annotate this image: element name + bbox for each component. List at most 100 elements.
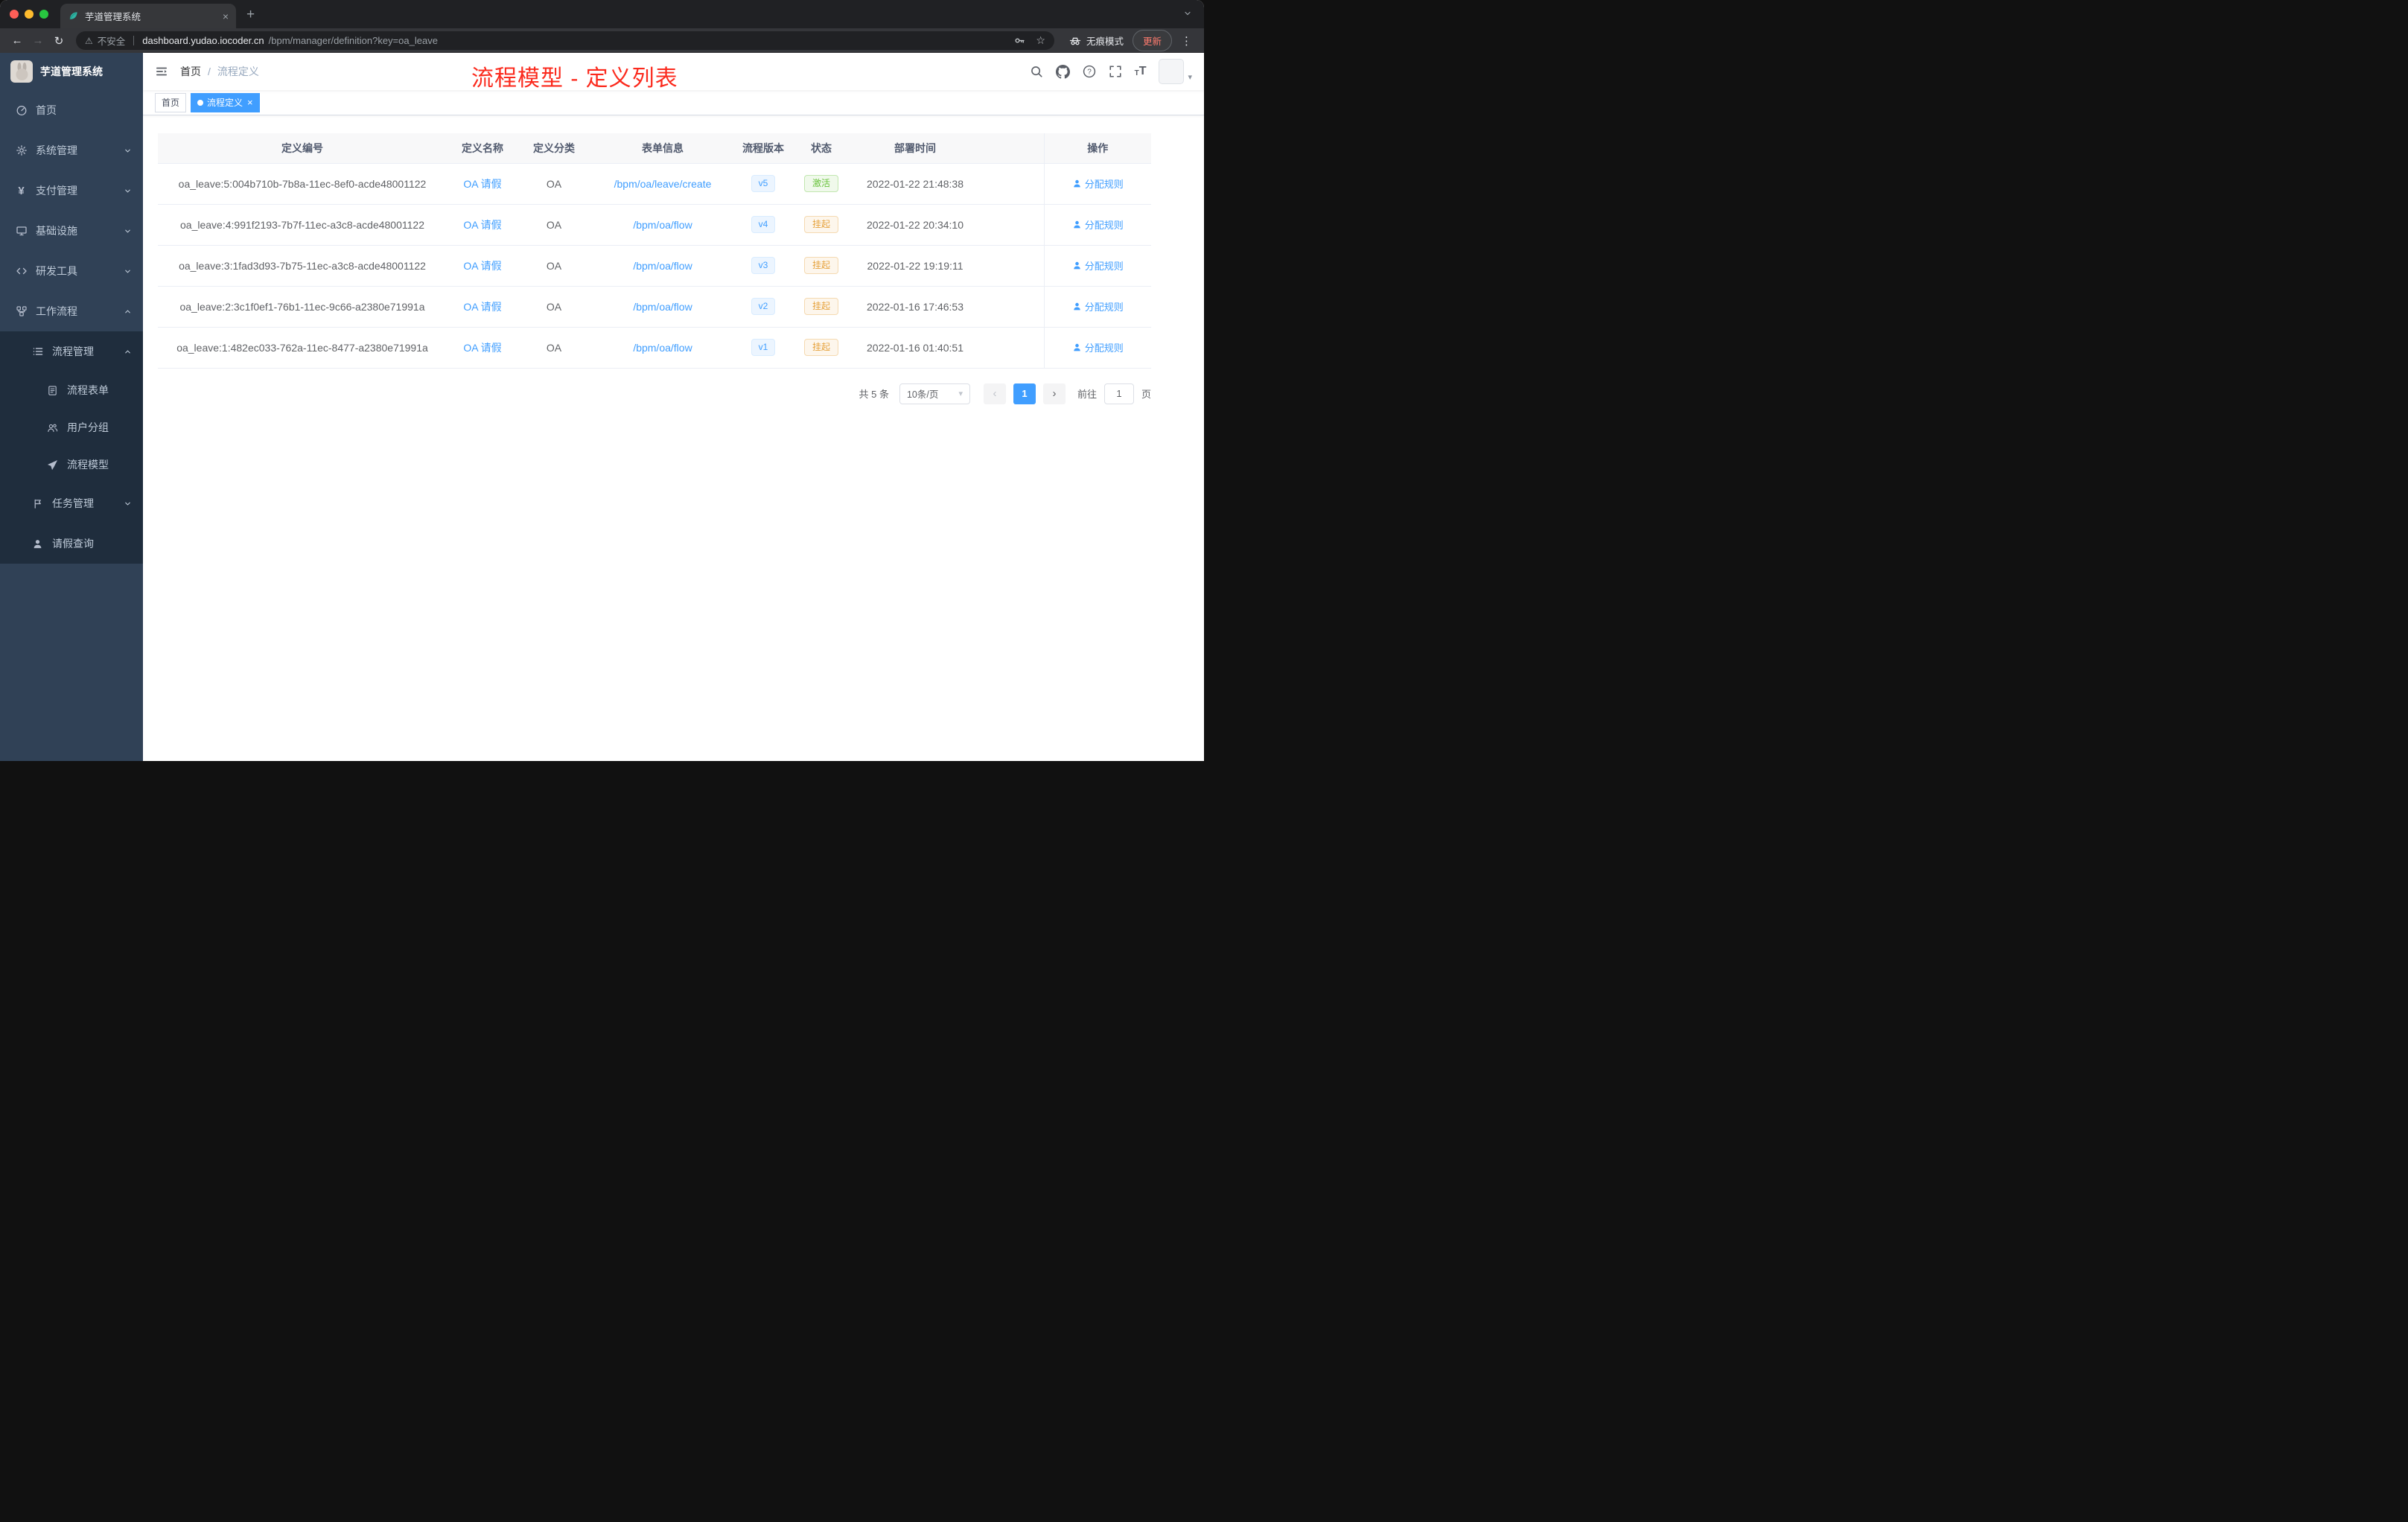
browser-menu-icon[interactable]: ⋮: [1173, 34, 1197, 48]
cell-deploy-time: 2022-01-22 21:48:38: [852, 163, 978, 205]
header-definition-category: 定义分类: [518, 133, 590, 164]
tag-label: 首页: [162, 98, 180, 108]
avatar: [1159, 59, 1185, 84]
forward-button[interactable]: →: [28, 34, 48, 47]
workflow-submenu: 流程管理 流程表单 用户分组 流程模型 任务管理 请假查询: [0, 331, 143, 564]
security-label[interactable]: 不安全: [98, 34, 126, 48]
sidebar-item-leave-query[interactable]: 请假查询: [0, 523, 143, 564]
page-size-select[interactable]: 10条/页 ▾: [899, 383, 970, 404]
tab-close-icon[interactable]: ×: [223, 11, 229, 22]
definition-name-link[interactable]: OA 请假: [463, 219, 501, 231]
form-link[interactable]: /bpm/oa/flow: [633, 342, 692, 354]
sidebar-item-home[interactable]: 首页: [0, 90, 143, 130]
form-link[interactable]: /bpm/oa/flow: [633, 301, 692, 313]
sidebar-item-process-management[interactable]: 流程管理: [0, 331, 143, 372]
minimize-window-button[interactable]: [25, 10, 34, 19]
tab-strip: 芋道管理系统 × +: [0, 0, 1204, 28]
form-link[interactable]: /bpm/oa/flow: [633, 260, 692, 272]
definition-name-link[interactable]: OA 请假: [463, 260, 501, 272]
security-warning-icon: ⚠: [85, 35, 93, 46]
reload-button[interactable]: ↻: [49, 34, 69, 48]
breadcrumb: 首页 / 流程定义: [180, 64, 259, 79]
sidebar-item-system[interactable]: 系统管理: [0, 130, 143, 171]
cell-definition-id: oa_leave:1:482ec033-762a-11ec-8477-a2380…: [158, 327, 447, 369]
sidebar-item-label: 用户分组: [67, 421, 109, 433]
font-size-icon[interactable]: TT: [1135, 66, 1147, 77]
user-icon: [1074, 179, 1080, 188]
cell-category: OA: [518, 286, 590, 328]
annotation-title: 流程模型 - 定义列表: [471, 66, 678, 91]
bookmark-star-icon[interactable]: ☆: [1036, 34, 1045, 47]
sidebar-item-label: 系统管理: [36, 144, 77, 156]
close-window-button[interactable]: [10, 10, 19, 19]
definition-name-link[interactable]: OA 请假: [463, 342, 501, 354]
tag-home[interactable]: 首页: [155, 92, 187, 112]
sidebar-logo[interactable]: 芋道管理系统: [0, 53, 143, 90]
incognito-badge: 无痕模式: [1062, 34, 1131, 48]
cell-status: 挂起: [791, 204, 852, 246]
cell-filler: [978, 286, 1044, 328]
sidebar-item-workflow[interactable]: 工作流程: [0, 291, 143, 331]
back-button[interactable]: ←: [7, 34, 27, 47]
page-number-current[interactable]: 1: [1013, 383, 1036, 404]
header-filler: [978, 133, 1044, 164]
assign-rule-link[interactable]: 分配规则: [1072, 340, 1124, 354]
hamburger-icon[interactable]: [155, 65, 168, 78]
fullscreen-icon[interactable]: [1109, 65, 1122, 78]
form-link[interactable]: /bpm/oa/leave/create: [614, 178, 712, 190]
goto-page-input[interactable]: [1103, 383, 1134, 404]
user-icon: [1074, 302, 1080, 311]
definition-name-link[interactable]: OA 请假: [463, 178, 501, 190]
assign-rule-link[interactable]: 分配规则: [1072, 176, 1124, 191]
cell-deploy-time: 2022-01-22 19:19:11: [852, 245, 978, 287]
assign-rule-link[interactable]: 分配规则: [1072, 258, 1124, 273]
sidebar-item-process-form[interactable]: 流程表单: [0, 372, 143, 409]
password-key-icon[interactable]: [1014, 35, 1025, 46]
sidebar-item-user-group[interactable]: 用户分组: [0, 409, 143, 446]
chevron-down-icon: ▾: [958, 389, 963, 398]
chevron-down-icon: [124, 146, 133, 155]
cell-definition-id: oa_leave:5:004b710b-7b8a-11ec-8ef0-acde4…: [158, 163, 447, 205]
cell-actions: 分配规则: [1043, 327, 1151, 369]
definition-name-link[interactable]: OA 请假: [463, 301, 501, 313]
browser-tab[interactable]: 芋道管理系统 ×: [60, 4, 236, 28]
favicon-leaf-icon: [68, 10, 79, 22]
breadcrumb-separator: /: [208, 66, 211, 77]
header-form-info: 表单信息: [590, 133, 736, 164]
next-page-button[interactable]: ›: [1042, 383, 1066, 404]
update-button[interactable]: 更新: [1132, 30, 1172, 51]
form-link[interactable]: /bpm/oa/flow: [633, 219, 692, 231]
navbar-actions: ? TT ▾: [1030, 59, 1192, 84]
cell-status: 挂起: [791, 286, 852, 328]
sidebar-item-devtools[interactable]: 研发工具: [0, 251, 143, 291]
breadcrumb-home[interactable]: 首页: [180, 64, 201, 79]
table-row: oa_leave:5:004b710b-7b8a-11ec-8ef0-acde4…: [158, 163, 1151, 205]
sidebar-item-payment[interactable]: ¥ 支付管理: [0, 171, 143, 211]
sidebar-item-label: 请假查询: [52, 538, 94, 550]
search-icon[interactable]: [1030, 65, 1043, 78]
assign-rule-link[interactable]: 分配规则: [1072, 217, 1124, 232]
user-avatar-menu[interactable]: ▾: [1159, 59, 1192, 84]
github-icon[interactable]: [1055, 64, 1070, 79]
maximize-window-button[interactable]: [39, 10, 48, 19]
header-definition-id: 定义编号: [158, 133, 447, 164]
sidebar-item-task-management[interactable]: 任务管理: [0, 483, 143, 523]
cell-category: OA: [518, 163, 590, 205]
sidebar-item-label: 研发工具: [36, 265, 77, 277]
tag-close-icon[interactable]: ×: [247, 98, 253, 107]
cell-status: 挂起: [791, 245, 852, 287]
page-size-value: 10条/页: [906, 389, 939, 400]
tab-search-chevron-icon[interactable]: [1183, 9, 1192, 18]
new-tab-button[interactable]: +: [246, 7, 255, 22]
address-bar[interactable]: ⚠ 不安全 dashboard.yudao.iocoder.cn/bpm/man…: [76, 31, 1054, 50]
help-question-icon[interactable]: ?: [1083, 65, 1096, 78]
assign-rule-link[interactable]: 分配规则: [1072, 299, 1124, 313]
prev-page-button[interactable]: ‹: [983, 383, 1006, 404]
sidebar-item-process-model[interactable]: 流程模型: [0, 446, 143, 483]
sidebar-item-infrastructure[interactable]: 基础设施: [0, 211, 143, 251]
cell-form-info: /bpm/oa/flow: [590, 286, 736, 328]
tag-process-definition[interactable]: 流程定义 ×: [191, 92, 260, 112]
cell-definition-id: oa_leave:3:1fad3d93-7b75-11ec-a3c8-acde4…: [158, 245, 447, 287]
header-deploy-time: 部署时间: [852, 133, 978, 164]
top-navbar: 首页 / 流程定义 流程模型 - 定义列表 ? T T ▾: [143, 53, 1204, 91]
